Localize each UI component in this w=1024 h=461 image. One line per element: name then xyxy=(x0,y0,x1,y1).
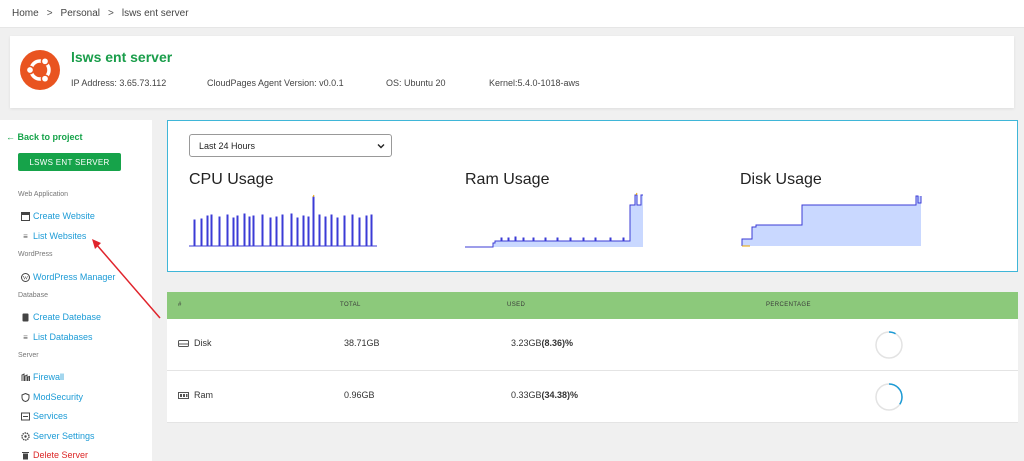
ram-usage-chart xyxy=(465,192,643,248)
col-num: # xyxy=(178,302,182,308)
col-used: USED xyxy=(507,302,526,308)
hard-drive-icon xyxy=(178,340,189,347)
disk-usage-chart xyxy=(741,195,922,247)
progress-ring xyxy=(875,383,903,411)
table-row-ram: Ram 0.96GB 0.33GB(34.38)% xyxy=(167,371,1018,423)
resource-total: 0.96GB xyxy=(344,390,375,400)
usage-charts-panel: Last 24 Hours CPU Usage Ram Usage Disk U… xyxy=(167,120,1018,272)
cpu-usage-title: CPU Usage xyxy=(189,171,274,188)
resource-name: Ram xyxy=(194,390,214,400)
table-row-disk: Disk 38.71GB 3.23GB(8.36)% xyxy=(167,319,1018,371)
ram-usage-title: Ram Usage xyxy=(465,171,550,188)
resource-total: 38.71GB xyxy=(344,338,380,348)
col-percentage: PERCENTAGE xyxy=(766,302,811,308)
resource-used: 3.23GB(8.36)% xyxy=(511,338,574,348)
disk-usage-title: Disk Usage xyxy=(740,171,822,188)
time-range-select[interactable]: Last 24 Hours xyxy=(189,134,392,157)
chevron-down-icon xyxy=(377,144,385,149)
resource-name: Disk xyxy=(194,338,212,348)
col-total: TOTAL xyxy=(340,302,361,308)
memory-icon xyxy=(178,392,189,399)
resource-used: 0.33GB(34.38)% xyxy=(511,390,579,400)
cpu-usage-chart xyxy=(189,194,377,247)
progress-ring xyxy=(875,331,903,359)
resource-table: # TOTAL USED PERCENTAGE Disk 38.71GB 3.2… xyxy=(167,292,1018,423)
table-header: # TOTAL USED PERCENTAGE xyxy=(167,292,1018,319)
